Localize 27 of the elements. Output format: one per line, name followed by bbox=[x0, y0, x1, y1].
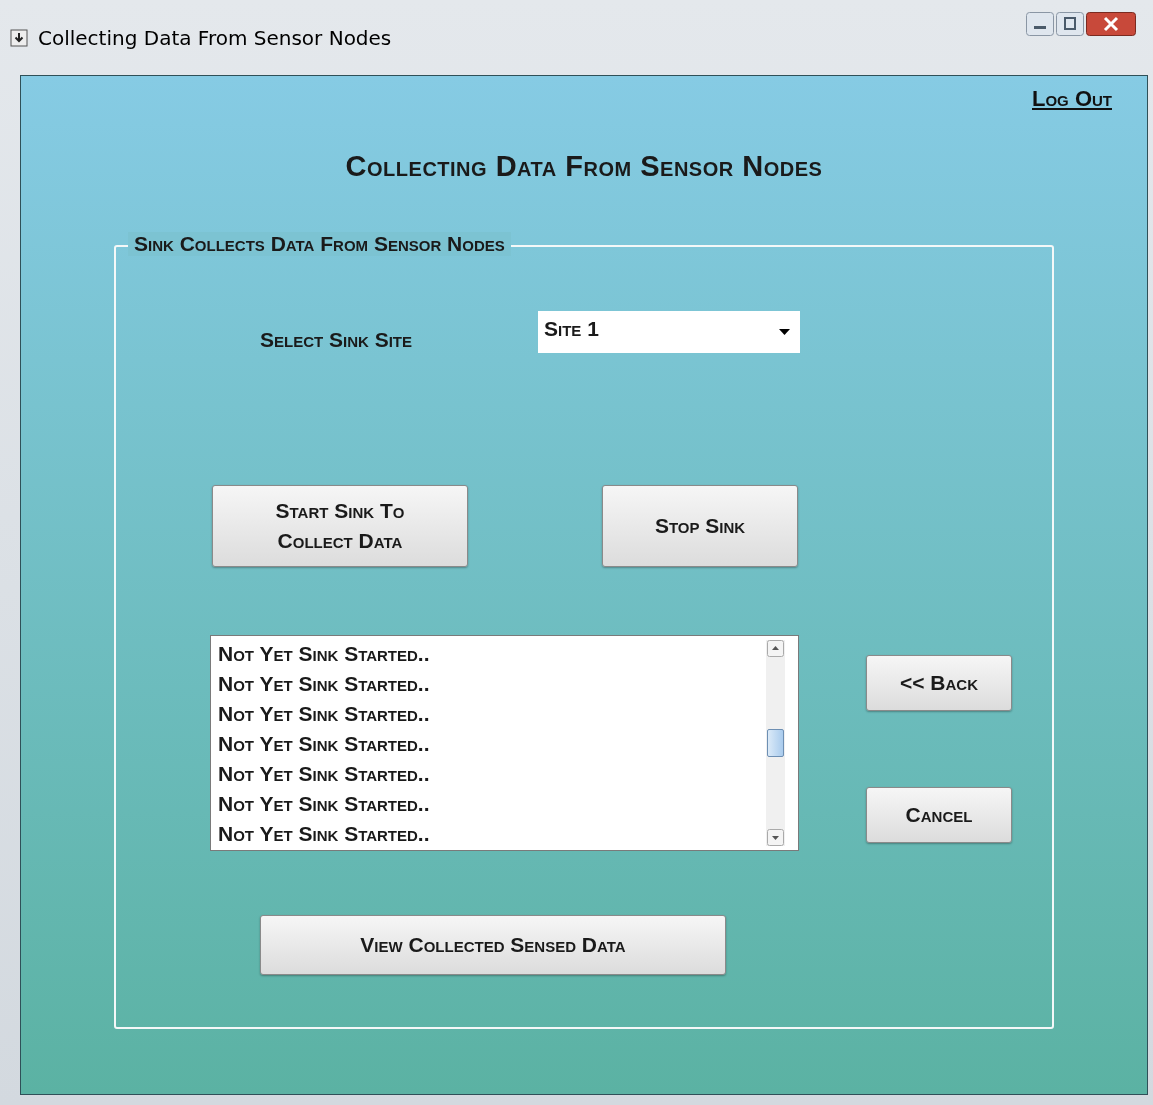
site-label: Select Sink Site bbox=[260, 328, 414, 352]
log-line[interactable]: Not Yet Sink Started.. bbox=[218, 759, 759, 789]
dropdown-arrow-icon bbox=[779, 329, 790, 335]
log-line[interactable]: Not Yet Sink Started.. bbox=[218, 789, 759, 819]
group-title: Sink Collects Data From Sensor Nodes bbox=[128, 232, 511, 256]
scroll-down-icon[interactable] bbox=[767, 829, 784, 846]
form-heading: Collecting Data From Sensor Nodes bbox=[344, 150, 824, 183]
cancel-button[interactable]: Cancel bbox=[866, 787, 1012, 843]
close-icon[interactable] bbox=[1086, 12, 1136, 36]
log-line[interactable]: Not Yet Sink Started.. bbox=[218, 639, 759, 669]
log-line[interactable]: Not Yet Sink Started.. bbox=[218, 669, 759, 699]
scrollbar[interactable] bbox=[766, 640, 785, 846]
scroll-up-icon[interactable] bbox=[767, 640, 784, 657]
scroll-thumb[interactable] bbox=[767, 729, 784, 757]
log-out-link[interactable]: Log Out bbox=[1032, 86, 1112, 112]
view-data-button[interactable]: View Collected Sensed Data bbox=[260, 915, 726, 975]
minimize-icon[interactable] bbox=[1026, 12, 1054, 36]
app-icon bbox=[10, 28, 28, 47]
log-line[interactable]: Not Yet Sink Started.. bbox=[218, 699, 759, 729]
log-line[interactable]: Not Yet Sink Started.. bbox=[218, 729, 759, 759]
back-button[interactable]: << Back bbox=[866, 655, 1012, 711]
stop-sink-button[interactable]: Stop Sink bbox=[602, 485, 798, 567]
maximize-icon[interactable] bbox=[1056, 12, 1084, 36]
window-title: Collecting Data From Sensor Nodes bbox=[38, 25, 392, 50]
log-line[interactable]: Not Yet Sink Started.. bbox=[218, 819, 759, 849]
site-dropdown[interactable]: Site 1 bbox=[538, 311, 800, 353]
start-sink-button[interactable]: Start Sink To Collect Data bbox=[212, 485, 468, 567]
